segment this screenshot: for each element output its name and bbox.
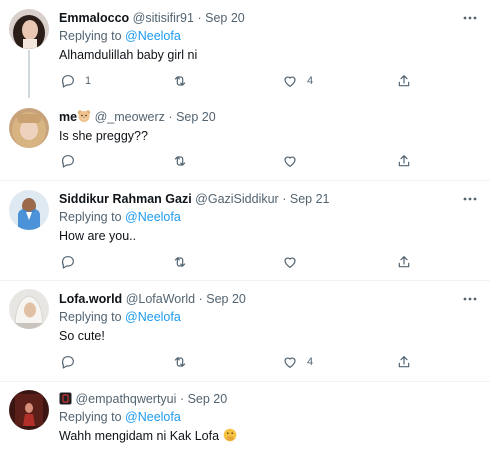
reply-icon — [61, 75, 74, 88]
tweet[interactable]: Emmalocco @sitisifir91 · Sep 20 Replying… — [0, 0, 490, 100]
retweet-icon — [174, 257, 186, 267]
share-button[interactable] — [396, 152, 412, 170]
handle[interactable]: @sitisifir91 — [133, 11, 194, 25]
tweet-text: Alhamdulillah baby girl ni — [59, 48, 198, 62]
share-icon — [398, 155, 410, 167]
reply-icon — [61, 155, 74, 168]
reply-button[interactable] — [60, 353, 85, 371]
reply-count: 1 — [85, 75, 92, 87]
reply-button[interactable] — [60, 152, 85, 170]
dot-separator: · — [282, 192, 287, 206]
timestamp[interactable]: Sep 21 — [290, 192, 330, 206]
mention-link[interactable]: @Neelofa — [125, 310, 181, 324]
tweet[interactable]: me @_meowerz · Sep 20 Is she preggy?? — [0, 100, 490, 180]
heart-icon — [284, 76, 296, 87]
avatar[interactable] — [9, 190, 49, 230]
hand-over-mouth-emoji — [223, 428, 237, 446]
retweet-icon — [174, 156, 186, 166]
replying-to-label: Replying to — [59, 410, 122, 424]
bear-face-emoji — [77, 109, 91, 127]
share-button[interactable] — [396, 72, 412, 90]
handle[interactable]: @_meowerz — [95, 110, 165, 124]
tweet-header: me @_meowerz · Sep 20 — [59, 109, 216, 127]
replying-to: Replying to @Neelofa — [59, 28, 181, 44]
tweet-text: Is she preggy?? — [59, 129, 148, 143]
timestamp[interactable]: Sep 20 — [176, 110, 216, 124]
share-button[interactable] — [396, 353, 412, 371]
display-name[interactable]: me — [59, 110, 77, 124]
reply-icon — [61, 356, 74, 369]
dark-square-emoji — [59, 392, 72, 409]
dot-separator: · — [179, 392, 185, 406]
avatar[interactable] — [9, 108, 49, 148]
display-name[interactable]: Lofa.world — [59, 292, 122, 306]
handle[interactable]: @LofaWorld — [126, 292, 195, 306]
dot-separator: · — [197, 11, 202, 25]
retweet-button[interactable] — [172, 253, 197, 271]
timestamp[interactable]: Sep 20 — [206, 292, 246, 306]
mention-link[interactable]: @Neelofa — [125, 29, 181, 43]
retweet-button[interactable] — [172, 353, 197, 371]
handle[interactable]: @GaziSiddikur — [195, 192, 279, 206]
dot-separator: · — [198, 292, 203, 306]
like-button[interactable] — [282, 253, 307, 271]
like-button[interactable]: 4 — [282, 353, 313, 371]
heart-icon — [284, 357, 296, 368]
share-button[interactable] — [396, 253, 412, 271]
retweet-icon — [174, 357, 186, 367]
handle[interactable]: @empathqwertyui — [75, 392, 176, 406]
more-options-icon[interactable] — [462, 10, 478, 26]
display-name[interactable]: Siddikur Rahman Gazi — [59, 192, 192, 206]
tweet[interactable]: @empathqwertyui · Sep 20 Replying to @Ne… — [0, 382, 490, 450]
mention-link[interactable]: @Neelofa — [125, 210, 181, 224]
retweet-button[interactable] — [172, 72, 197, 90]
thread-line — [28, 50, 30, 98]
timestamp[interactable]: Sep 20 — [205, 11, 245, 25]
like-button[interactable]: 4 — [282, 72, 313, 90]
display-name[interactable]: Emmalocco — [59, 11, 129, 25]
reply-icon — [61, 256, 74, 269]
tweet-text: How are you.. — [59, 229, 137, 243]
retweet-icon — [174, 76, 186, 86]
timestamp[interactable]: Sep 20 — [188, 392, 228, 406]
replying-to-label: Replying to — [59, 210, 122, 224]
avatar[interactable] — [9, 390, 49, 430]
tweet[interactable]: Lofa.world @LofaWorld · Sep 20 Replying … — [0, 281, 490, 381]
replying-to-label: Replying to — [59, 29, 122, 43]
reply-button[interactable] — [60, 253, 85, 271]
mention-link[interactable]: @Neelofa — [125, 410, 181, 424]
replying-to: Replying to @Neelofa — [59, 309, 181, 325]
retweet-button[interactable] — [172, 152, 197, 170]
more-options-icon[interactable] — [462, 191, 478, 207]
heart-icon — [284, 257, 296, 268]
share-icon — [398, 75, 410, 87]
share-icon — [398, 356, 410, 368]
tweet-text-row: Wahh mengidam ni Kak Lofa — [59, 428, 237, 446]
share-icon — [398, 256, 410, 268]
more-options-icon[interactable] — [462, 291, 478, 307]
tweet-text: So cute! — [59, 329, 105, 343]
like-button[interactable] — [282, 152, 307, 170]
tweet-text: Wahh mengidam ni Kak Lofa — [59, 429, 220, 443]
avatar[interactable] — [9, 289, 49, 329]
tweet-header: Siddikur Rahman Gazi @GaziSiddikur · Sep… — [59, 191, 329, 207]
like-count: 4 — [307, 75, 314, 87]
replying-to-label: Replying to — [59, 310, 122, 324]
replying-to: Replying to @Neelofa — [59, 209, 181, 225]
tweet-header: Lofa.world @LofaWorld · Sep 20 — [59, 291, 246, 307]
like-count: 4 — [307, 356, 314, 368]
avatar[interactable] — [9, 9, 49, 49]
reply-button[interactable]: 1 — [60, 72, 91, 90]
tweet-header: @empathqwertyui · Sep 20 — [59, 391, 227, 409]
tweet-header: Emmalocco @sitisifir91 · Sep 20 — [59, 10, 245, 26]
dot-separator: · — [168, 110, 173, 124]
replying-to: Replying to @Neelofa — [59, 409, 181, 425]
tweet[interactable]: Siddikur Rahman Gazi @GaziSiddikur · Sep… — [0, 181, 490, 280]
heart-icon — [284, 156, 296, 167]
